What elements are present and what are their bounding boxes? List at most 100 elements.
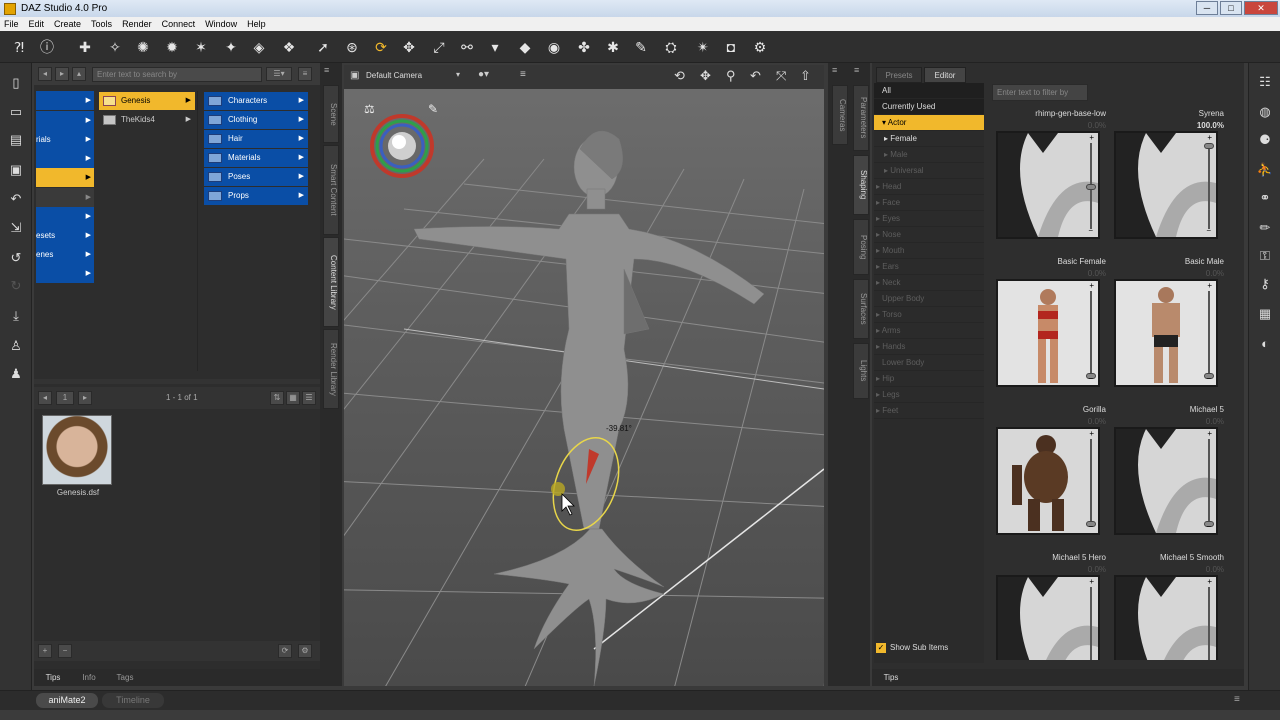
- node-icon[interactable]: ⚈: [1256, 131, 1274, 149]
- lock-open-icon[interactable]: ⚷: [1256, 275, 1274, 293]
- tab-tags[interactable]: Tags: [110, 671, 140, 684]
- morph-thumbnail[interactable]: +−: [1114, 427, 1218, 535]
- link-icon[interactable]: ⚭: [1256, 189, 1274, 207]
- shaping-category-row[interactable]: Lower Body: [874, 355, 984, 371]
- orbit-icon[interactable]: ⟲: [674, 68, 685, 84]
- translate-tool-icon[interactable]: ✥: [400, 38, 418, 56]
- morph-card[interactable]: Michael 5 Smooth 0.0%+−: [1114, 553, 1224, 660]
- zoom-icon[interactable]: ⚲: [726, 68, 736, 84]
- shaping-category-row[interactable]: Upper Body: [874, 291, 984, 307]
- refresh-icon[interactable]: ⟳: [278, 644, 292, 658]
- panel-menu-icon[interactable]: ≡: [854, 65, 859, 75]
- view-options-icon[interactable]: ☰▾: [266, 67, 292, 81]
- sphere-icon[interactable]: ◐: [1256, 335, 1274, 353]
- list-view-icon[interactable]: ☰: [302, 391, 316, 405]
- folder-clothing[interactable]: Clothing ▶: [204, 111, 308, 129]
- viewport-scene[interactable]: -39.81° ⚖ ✎: [344, 89, 824, 686]
- increment-icon[interactable]: +: [1207, 429, 1212, 438]
- menu-connect[interactable]: Connect: [162, 19, 196, 29]
- shaping-category-row[interactable]: All: [874, 83, 984, 99]
- pose-figure-icon[interactable]: ♟: [7, 365, 25, 383]
- render-options-icon[interactable]: ⚙: [751, 38, 769, 56]
- draw-style-icon[interactable]: ●▾: [478, 69, 489, 80]
- bank-icon[interactable]: ↶: [750, 68, 761, 84]
- grid-icon[interactable]: ▦: [1256, 305, 1274, 323]
- decrement-icon[interactable]: −: [1088, 522, 1093, 531]
- tab-info[interactable]: Info: [74, 671, 104, 684]
- panel-menu-icon[interactable]: ≡: [1234, 694, 1240, 705]
- tab-lights[interactable]: Lights: [853, 343, 869, 399]
- list-item[interactable]: ▶: [36, 207, 94, 226]
- morph-value[interactable]: 0.0%: [1088, 417, 1106, 426]
- perspective-icon[interactable]: ⚖: [364, 102, 375, 116]
- panel-layout-icon[interactable]: ☷: [1256, 73, 1274, 91]
- gizmo-handle[interactable]: [551, 482, 565, 496]
- filter-input[interactable]: Enter text to filter by: [992, 84, 1088, 101]
- weight-map-icon[interactable]: ✱: [604, 38, 622, 56]
- tab-smart-content[interactable]: Smart Content: [323, 145, 339, 235]
- chevron-down-icon[interactable]: ▾: [456, 70, 460, 79]
- spotlight-icon[interactable]: ✺: [134, 38, 152, 56]
- morph-value[interactable]: 0.0%: [1206, 417, 1224, 426]
- tab-parameters[interactable]: Parameters: [853, 85, 869, 151]
- list-item[interactable]: ▶: [36, 91, 94, 110]
- morph-thumbnail[interactable]: +−: [1114, 575, 1218, 660]
- new-scene-icon[interactable]: ▯: [7, 74, 25, 92]
- horizontal-splitter[interactable]: [34, 379, 320, 384]
- page-number[interactable]: 1: [56, 391, 74, 405]
- create-light-icon[interactable]: ✧: [106, 38, 124, 56]
- back-icon[interactable]: ◂: [38, 67, 52, 81]
- tab-scene[interactable]: Scene: [323, 85, 339, 143]
- panel-menu-icon[interactable]: ≡: [832, 65, 837, 75]
- tab-tips[interactable]: Tips: [38, 671, 68, 684]
- tab-editor[interactable]: Editor: [924, 67, 966, 83]
- tab-render-library[interactable]: Render Library: [323, 329, 339, 409]
- pan-icon[interactable]: ✥: [700, 68, 711, 84]
- globe-icon[interactable]: ◍: [1256, 103, 1274, 121]
- camera-selector[interactable]: Default Camera: [366, 71, 466, 80]
- shaping-category-row[interactable]: ▸ Hands: [874, 339, 984, 355]
- orientation-gizmo[interactable]: [370, 114, 434, 178]
- tab-cameras[interactable]: Cameras: [832, 85, 848, 145]
- universal-tool-icon[interactable]: ⊛: [343, 38, 361, 56]
- minimize-button[interactable]: ─: [1196, 1, 1218, 15]
- genesis-thumbnail[interactable]: [42, 415, 112, 485]
- list-item-selected[interactable]: ▶: [36, 168, 94, 187]
- shaping-category-row[interactable]: ▸ Eyes: [874, 211, 984, 227]
- up-icon[interactable]: ▴: [72, 67, 86, 81]
- morph-thumbnail[interactable]: +−: [1114, 131, 1218, 239]
- prev-page-icon[interactable]: ◂: [38, 391, 52, 405]
- next-page-icon[interactable]: ▸: [78, 391, 92, 405]
- render-camera-icon[interactable]: ◘: [722, 38, 740, 56]
- joint-editor-icon[interactable]: ⚯: [458, 38, 476, 56]
- 3d-viewport[interactable]: ▣ Default Camera ▾ ●▾ ≡ ⟲ ✥ ⚲ ↶ ⤧ ⇧ -39.…: [344, 65, 824, 686]
- morph-slider-knob[interactable]: [1086, 184, 1096, 190]
- render-settings-icon[interactable]: ⛭: [662, 38, 680, 56]
- increment-icon[interactable]: +: [1207, 281, 1212, 290]
- runner-icon[interactable]: ⛹: [1256, 161, 1274, 179]
- undo-icon[interactable]: ↺: [7, 249, 25, 267]
- tab-surfaces[interactable]: Surfaces: [853, 279, 869, 339]
- list-item[interactable]: ▶: [36, 188, 94, 207]
- folder-thekids4[interactable]: TheKids4 ▶: [99, 111, 195, 129]
- shaping-category-row[interactable]: ▸ Legs: [874, 387, 984, 403]
- settings-icon[interactable]: ⚙: [298, 644, 312, 658]
- node-selection-icon[interactable]: ➚: [314, 38, 332, 56]
- redo-icon[interactable]: ↻: [7, 277, 25, 295]
- shaping-category-row[interactable]: ▸ Feet: [874, 403, 984, 419]
- pencil-icon[interactable]: ✏: [1256, 219, 1274, 237]
- increment-icon[interactable]: +: [1089, 281, 1094, 290]
- morph-card[interactable]: rhimp-gen-base-low 0.0% + −: [996, 109, 1106, 247]
- point-light-icon[interactable]: ✹: [163, 38, 181, 56]
- render-settings-gear-icon[interactable]: ✴: [694, 38, 712, 56]
- list-item[interactable]: ▶: [36, 149, 94, 168]
- tab-content-library[interactable]: Content Library: [323, 237, 339, 327]
- morph-value[interactable]: 0.0%: [1088, 565, 1106, 574]
- morph-thumbnail[interactable]: +−: [996, 575, 1100, 660]
- morph-slider-track[interactable]: [1090, 439, 1092, 525]
- menu-file[interactable]: File: [4, 19, 19, 29]
- folder-poses[interactable]: Poses ▶: [204, 168, 308, 186]
- shaping-category-row[interactable]: Currently Used: [874, 99, 984, 115]
- close-button[interactable]: ✕: [1244, 1, 1278, 15]
- morph-slider-track[interactable]: [1090, 587, 1092, 660]
